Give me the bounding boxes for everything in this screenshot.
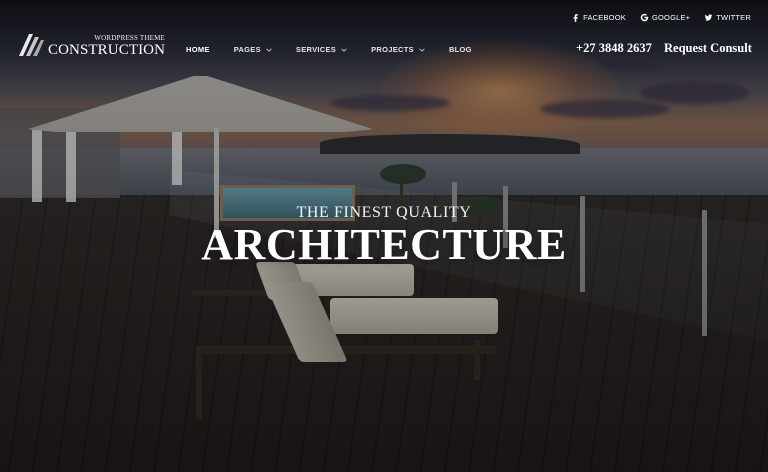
phone-number[interactable]: +27 3848 2637 bbox=[576, 41, 652, 56]
nav-item-projects[interactable]: PROJECTS bbox=[371, 45, 425, 54]
nav-item-blog[interactable]: BLOG bbox=[449, 45, 472, 54]
logo-mark-icon bbox=[17, 30, 45, 63]
facebook-icon bbox=[573, 14, 578, 22]
twitter-icon bbox=[705, 14, 713, 21]
nav-item-label: HOME bbox=[186, 45, 210, 54]
nav-item-label: PROJECTS bbox=[371, 45, 414, 54]
site-logo[interactable]: WORDPRESS THEME CONSTRUCTION bbox=[17, 30, 165, 63]
nav-item-home[interactable]: HOME bbox=[186, 45, 210, 54]
social-links: FACEBOOK GOOGLE+ TWITTER bbox=[571, 13, 751, 22]
nav-item-label: SERVICES bbox=[295, 45, 337, 54]
chevron-down-icon bbox=[266, 48, 272, 52]
google-icon bbox=[640, 13, 649, 22]
nav-item-pages[interactable]: PAGES bbox=[234, 45, 272, 54]
nav-item-label: BLOG bbox=[448, 45, 472, 54]
nav-item-label: PAGES bbox=[233, 45, 261, 54]
facebook-link[interactable]: FACEBOOK bbox=[571, 13, 626, 22]
nav-item-services[interactable]: SERVICES bbox=[296, 45, 347, 54]
chevron-down-icon bbox=[419, 48, 425, 52]
logo-title: CONSTRUCTION bbox=[48, 42, 166, 58]
twitter-label: TWITTER bbox=[716, 13, 751, 22]
google-label: GOOGLE+ bbox=[651, 13, 691, 22]
request-consult-button[interactable]: Request Consult bbox=[664, 41, 752, 56]
chevron-down-icon bbox=[341, 48, 347, 52]
logo-subtitle: WORDPRESS THEME bbox=[94, 34, 166, 42]
twitter-link[interactable]: TWITTER bbox=[704, 13, 751, 22]
google-link[interactable]: GOOGLE+ bbox=[640, 13, 690, 22]
main-nav: HOME PAGES SERVICES PROJECTS BLOG bbox=[186, 45, 496, 54]
facebook-label: FACEBOOK bbox=[583, 13, 626, 22]
hero-title: ARCHITECTURE bbox=[201, 220, 567, 269]
logo-text: WORDPRESS THEME CONSTRUCTION bbox=[48, 35, 165, 58]
